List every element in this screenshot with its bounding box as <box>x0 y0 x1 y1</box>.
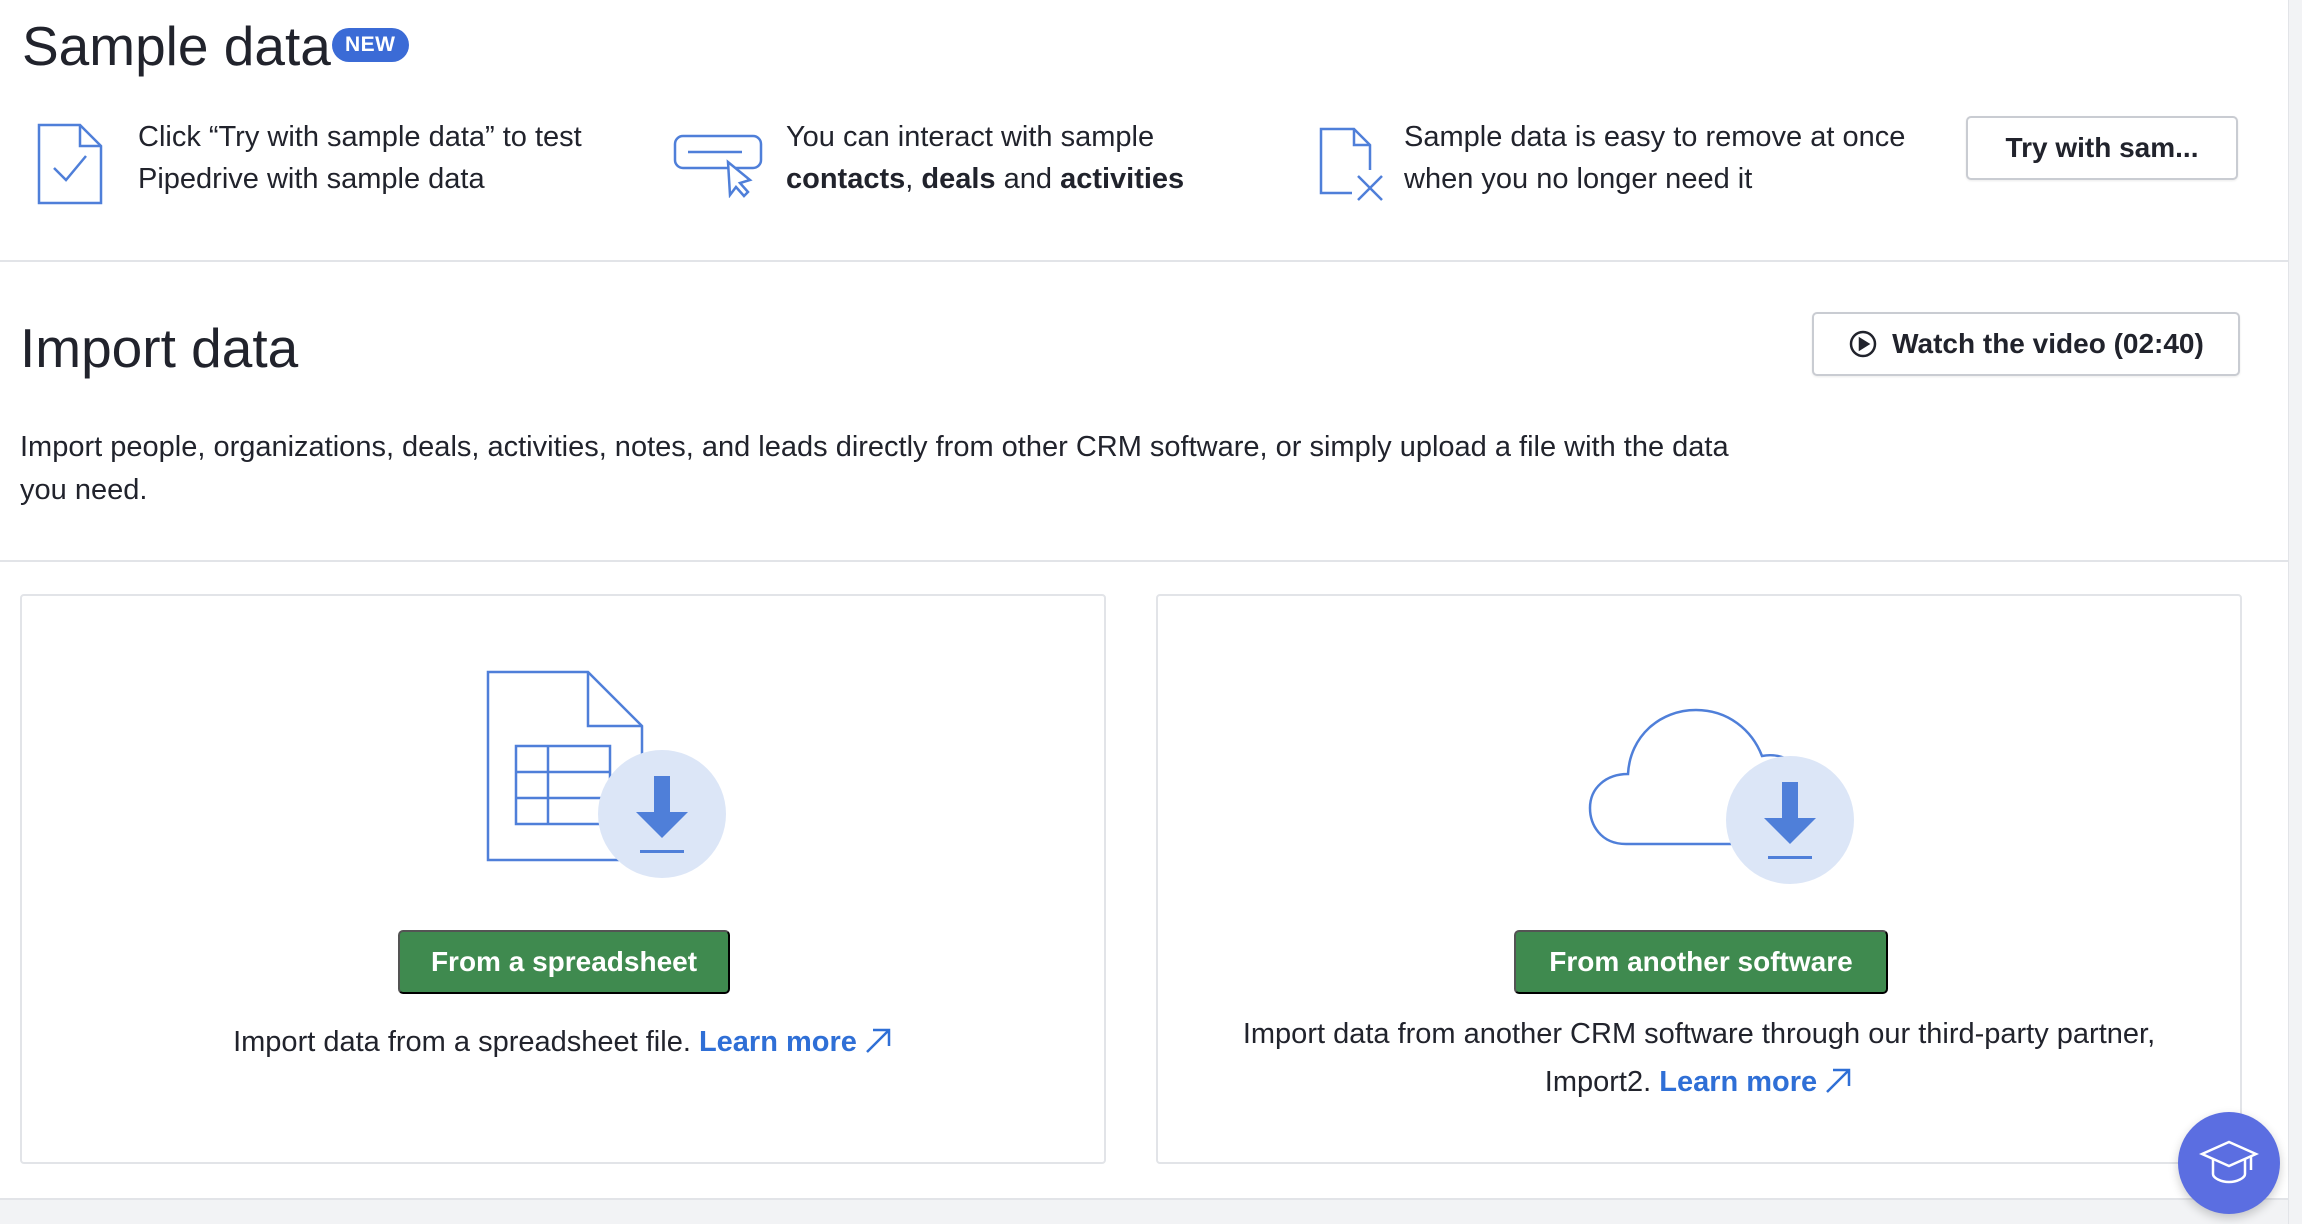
feature-separator: , <box>905 163 922 195</box>
feature-text-line: Click “Try with sample data” to test <box>138 121 582 153</box>
scrollbar-track[interactable] <box>2288 0 2302 1224</box>
feature-text-line: You can interact with sample <box>786 121 1155 153</box>
cursor-click-icon <box>672 132 766 203</box>
new-badge: NEW <box>332 28 409 62</box>
sample-feature-remove: Sample data is easy to remove at once wh… <box>1404 116 1944 200</box>
sample-data-title: Sample data <box>22 15 331 77</box>
from-another-software-button[interactable]: From another software <box>1514 930 1888 994</box>
learn-more-label: Learn more <box>1659 1066 1818 1098</box>
feature-bold-deals: deals <box>921 163 996 195</box>
feature-separator: and <box>995 163 1061 195</box>
learn-more-label: Learn more <box>698 1026 857 1058</box>
spreadsheet-download-icon <box>484 668 734 883</box>
document-remove-icon <box>1318 126 1386 207</box>
learn-more-link[interactable]: Learn more <box>1659 1066 1853 1098</box>
feature-bold-contacts: contacts <box>786 163 906 195</box>
external-link-icon <box>1826 1068 1851 1093</box>
try-sample-data-button[interactable]: Try with sam... <box>1966 116 2238 180</box>
bottom-bar <box>0 1198 2302 1224</box>
watch-video-label: Watch the video (02:40) <box>1892 328 2204 359</box>
software-card-description: Import data from another CRM software th… <box>1198 1010 2200 1106</box>
card-description-text: Import data from a spreadsheet file. <box>233 1026 691 1058</box>
section-divider <box>0 560 2288 562</box>
cloud-download-icon <box>1586 684 1856 889</box>
import-data-page: Sample data NEW Click “Try with sample d… <box>0 0 2302 1224</box>
play-circle-icon <box>1848 329 1878 359</box>
sample-data-section: Sample data NEW Click “Try with sample d… <box>0 0 2288 262</box>
graduation-cap-icon <box>2199 1138 2259 1188</box>
software-import-card: From another software Import data from a… <box>1156 594 2242 1164</box>
feature-text-line: when you no longer need it <box>1404 163 1753 195</box>
sample-feature-try: Click “Try with sample data” to test Pip… <box>138 116 658 200</box>
import-data-title: Import data <box>20 317 299 379</box>
watch-video-button[interactable]: Watch the video (02:40) <box>1812 312 2240 376</box>
external-link-icon <box>866 1028 891 1053</box>
feature-text-line: Pipedrive with sample data <box>138 163 485 195</box>
academy-help-button[interactable] <box>2178 1112 2280 1214</box>
import-description: Import people, organizations, deals, act… <box>20 431 1729 506</box>
spreadsheet-card-description: Import data from a spreadsheet file. Lea… <box>62 1018 1064 1066</box>
feature-text-line: contacts, deals and activities <box>786 158 1306 200</box>
feature-bold-activities: activities <box>1060 163 1185 195</box>
learn-more-link[interactable]: Learn more <box>699 1026 893 1058</box>
spreadsheet-import-card: From a spreadsheet Import data from a sp… <box>20 594 1106 1164</box>
sample-feature-interact: You can interact with sample contacts, d… <box>786 116 1306 200</box>
feature-text-line: Sample data is easy to remove at once <box>1404 121 1906 153</box>
document-check-icon <box>36 122 104 211</box>
from-spreadsheet-button[interactable]: From a spreadsheet <box>398 930 730 994</box>
